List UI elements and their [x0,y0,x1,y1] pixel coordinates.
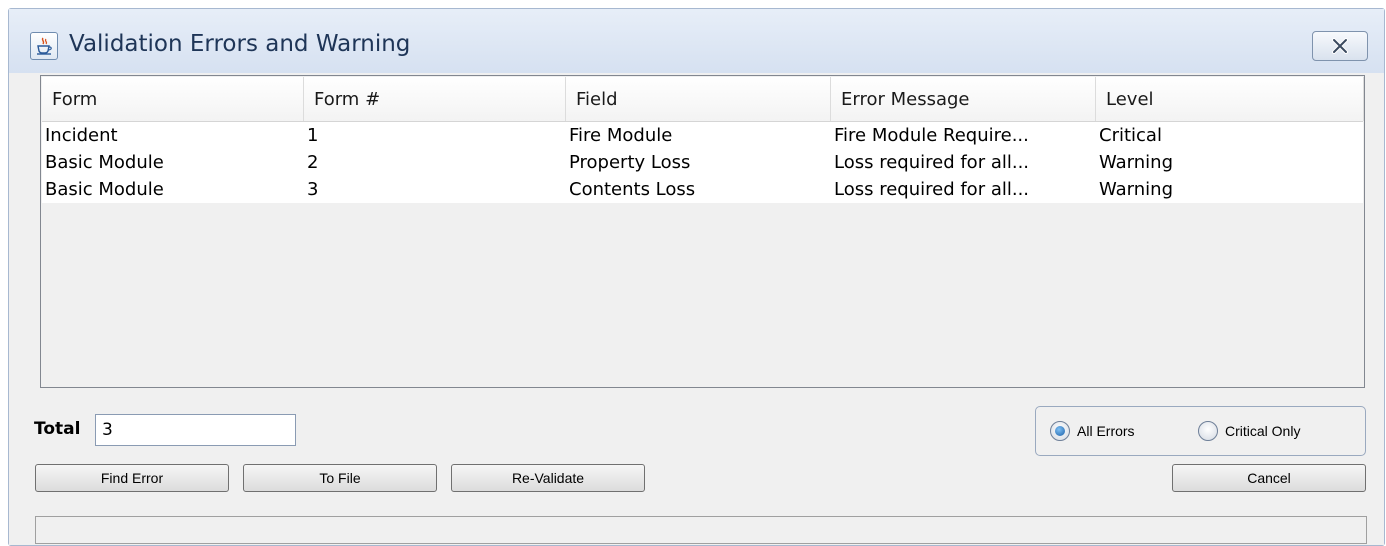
cell-form-number: 2 [307,152,319,173]
table-header: Form Form # Field Error Message Level [42,77,1364,122]
cell-level: Warning [1099,152,1174,173]
cell-form: Incident [45,125,118,146]
column-header-field[interactable]: Field [566,77,831,121]
radio-critical-only[interactable]: Critical Only [1198,421,1300,441]
validation-dialog: Validation Errors and Warning Form Form … [8,8,1385,546]
filter-radio-group: All Errors Critical Only [1035,406,1366,456]
dialog-title: Validation Errors and Warning [69,31,411,57]
cell-form: Basic Module [45,179,164,200]
to-file-button[interactable]: To File [243,464,437,492]
dialog-content: Form Form # Field Error Message Level In… [9,73,1384,545]
table-row[interactable]: Basic Module 3 Contents Loss Loss requir… [42,176,1363,203]
radio-selected-icon [1050,421,1070,441]
column-header-level[interactable]: Level [1096,77,1364,121]
radio-label-all-errors: All Errors [1077,423,1135,439]
find-error-button[interactable]: Find Error [35,464,229,492]
table-body: Incident 1 Fire Module Fire Module Requi… [42,122,1363,203]
radio-all-errors[interactable]: All Errors [1050,421,1135,441]
title-bar[interactable]: Validation Errors and Warning [9,9,1384,73]
cell-level: Critical [1099,125,1162,146]
column-header-form-number[interactable]: Form # [304,77,566,121]
radio-unselected-icon [1198,421,1218,441]
cancel-button[interactable]: Cancel [1172,464,1366,492]
table-row[interactable]: Basic Module 2 Property Loss Loss requir… [42,149,1363,176]
cell-form-number: 3 [307,179,319,200]
table-row[interactable]: Incident 1 Fire Module Fire Module Requi… [42,122,1363,149]
cell-field: Property Loss [569,152,691,173]
column-header-error-message[interactable]: Error Message [831,77,1096,121]
close-button[interactable] [1312,31,1368,61]
java-cup-icon [30,32,58,60]
cell-field: Contents Loss [569,179,696,200]
column-header-form[interactable]: Form [42,77,304,121]
status-bar [35,516,1367,544]
cell-error-message: Loss required for all... [834,152,1030,173]
cell-form: Basic Module [45,152,164,173]
cell-error-message: Fire Module Require... [834,125,1029,146]
cell-form-number: 1 [307,125,319,146]
cell-field: Fire Module [569,125,673,146]
close-icon [1332,38,1348,54]
total-field[interactable] [95,414,296,446]
radio-label-critical-only: Critical Only [1225,423,1301,439]
cell-level: Warning [1099,179,1174,200]
cell-error-message: Loss required for all... [834,179,1030,200]
errors-table[interactable]: Form Form # Field Error Message Level In… [40,75,1365,388]
revalidate-button[interactable]: Re-Validate [451,464,645,492]
total-label: Total [34,419,81,439]
